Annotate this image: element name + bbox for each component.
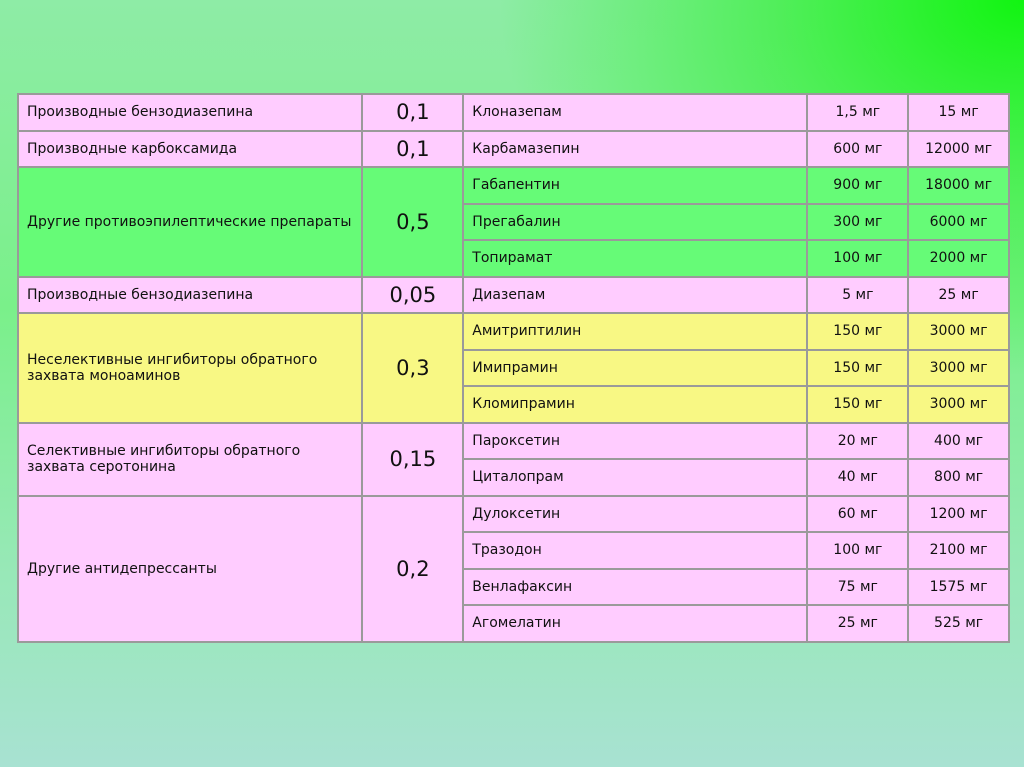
dose-cell: 150 мг [806, 385, 910, 424]
max-dose-cell: 15 мг [907, 93, 1010, 132]
table-row: Производные бензодиазепина 0,05 Диазепам 5 … [16, 275, 1010, 314]
coefficient-cell: 0,1 [361, 129, 465, 168]
dose-cell: 100 мг [806, 531, 910, 570]
drug-name-cell: Диазепам [462, 275, 809, 314]
drug-name-cell: Габапентин [462, 166, 809, 205]
drug-name-cell: Тразодон [462, 531, 809, 570]
dose-cell: 75 мг [806, 567, 910, 606]
dose-cell: 300 мг [806, 202, 910, 241]
max-dose-cell: 2100 мг [907, 531, 1010, 570]
dose-cell: 25 мг [806, 604, 910, 643]
drug-name-cell: Имипрамин [462, 348, 809, 387]
dose-cell: 150 мг [806, 312, 910, 351]
table-row: Другие противоэпилептические препараты 0,… [16, 166, 1010, 278]
drug-class-cell: Другие антидепрессанты [16, 494, 364, 643]
dose-cell: 20 мг [806, 421, 910, 460]
dose-cell: 150 мг [806, 348, 910, 387]
dose-cell: 600 мг [806, 129, 910, 168]
drug-class-cell: Производные бензодиазепина [16, 93, 364, 132]
dose-cell: 60 мг [806, 494, 910, 533]
drug-name-cell: Венлафаксин [462, 567, 809, 606]
max-dose-cell: 525 мг [907, 604, 1010, 643]
max-dose-cell: 1575 мг [907, 567, 1010, 606]
max-dose-cell: 6000 мг [907, 202, 1010, 241]
dose-cell: 900 мг [806, 166, 910, 205]
max-dose-cell: 800 мг [907, 458, 1010, 497]
coefficient-cell: 0,05 [361, 275, 465, 314]
drug-name-cell: Амитриптилин [462, 312, 809, 351]
table-row: Производные карбоксамида 0,1 Карбамазепин 6… [16, 129, 1010, 168]
dose-cell: 5 мг [806, 275, 910, 314]
coefficient-cell: 0,3 [361, 312, 465, 424]
drug-name-cell: Циталопрам [462, 458, 809, 497]
drug-class-cell: Производные бензодиазепина [16, 275, 364, 314]
drug-name-cell: Пароксетин [462, 421, 809, 460]
coefficient-cell: 0,1 [361, 93, 465, 132]
max-dose-cell: 1200 мг [907, 494, 1010, 533]
drug-name-cell: Карбамазепин [462, 129, 809, 168]
coefficient-cell: 0,15 [361, 421, 465, 497]
drug-name-cell: Прегабалин [462, 202, 809, 241]
drug-class-cell: Селективные ингибиторы обратного захвата… [16, 421, 364, 497]
table-row: Селективные ингибиторы обратного захвата… [16, 421, 1010, 497]
drug-class-cell: Другие противоэпилептические препараты [16, 166, 364, 278]
coefficient-cell: 0,5 [361, 166, 465, 278]
dose-cell: 40 мг [806, 458, 910, 497]
drug-name-cell: Топирамат [462, 239, 809, 278]
table-row: Другие антидепрессанты 0,2 Дулоксетин 60 мг… [16, 494, 1010, 643]
max-dose-cell: 400 мг [907, 421, 1010, 460]
drug-name-cell: Агомелатин [462, 604, 809, 643]
max-dose-cell: 3000 мг [907, 385, 1010, 424]
table-row: Производные бензодиазепина 0,1 Клоназепам 1… [16, 93, 1010, 132]
drug-name-cell: Кломипрамин [462, 385, 809, 424]
max-dose-cell: 25 мг [907, 275, 1010, 314]
max-dose-cell: 3000 мг [907, 312, 1010, 351]
max-dose-cell: 18000 мг [907, 166, 1010, 205]
drug-name-cell: Клоназепам [462, 93, 809, 132]
max-dose-cell: 3000 мг [907, 348, 1010, 387]
drug-dose-table: Производные бензодиазепина 0,1 Клоназепам 1… [16, 93, 1010, 643]
max-dose-cell: 12000 мг [907, 129, 1010, 168]
coefficient-cell: 0,2 [361, 494, 465, 643]
drug-class-cell: Производные карбоксамида [16, 129, 364, 168]
dose-cell: 100 мг [806, 239, 910, 278]
dose-cell: 1,5 мг [806, 93, 910, 132]
drug-name-cell: Дулоксетин [462, 494, 809, 533]
max-dose-cell: 2000 мг [907, 239, 1010, 278]
drug-class-cell: Неселективные ингибиторы обратного захва… [16, 312, 364, 424]
table-row: Неселективные ингибиторы обратного захва… [16, 312, 1010, 424]
